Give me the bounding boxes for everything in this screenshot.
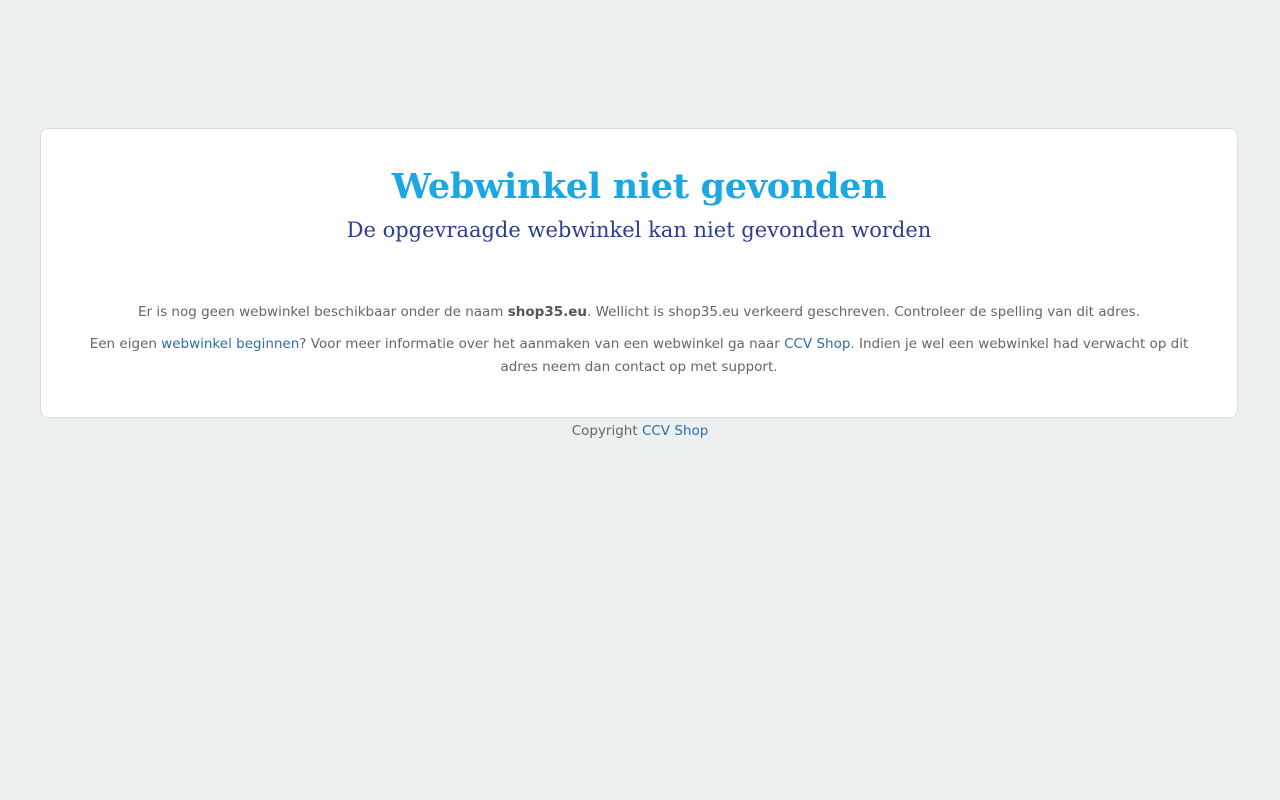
info-paragraph-create-shop: Een eigen webwinkel beginnen? Voor meer …	[71, 333, 1207, 379]
paragraph-text: ? Voor meer informatie over het aanmaken…	[299, 336, 785, 352]
error-card: Webwinkel niet gevonden De opgevraagde w…	[40, 128, 1238, 418]
paragraph-text: Een eigen	[89, 336, 162, 352]
paragraph-text: Er is nog geen webwinkel beschikbaar ond…	[137, 304, 508, 320]
footer-copyright: Copyright CCV Shop	[0, 420, 1280, 442]
ccv-shop-link[interactable]: CCV Shop	[784, 336, 850, 352]
page-title: Webwinkel niet gevonden	[391, 166, 887, 207]
start-webshop-link[interactable]: webwinkel beginnen	[161, 336, 299, 352]
info-paragraph-not-available: Er is nog geen webwinkel beschikbaar ond…	[71, 301, 1207, 324]
copyright-text: Copyright	[571, 423, 642, 439]
footer-ccv-shop-link[interactable]: CCV Shop	[642, 423, 708, 439]
paragraph-text: . Wellicht is shop35.eu verkeerd geschre…	[587, 304, 1140, 320]
page-subtitle: De opgevraagde webwinkel kan niet gevond…	[346, 218, 932, 242]
shop-name: shop35.eu	[507, 304, 588, 320]
